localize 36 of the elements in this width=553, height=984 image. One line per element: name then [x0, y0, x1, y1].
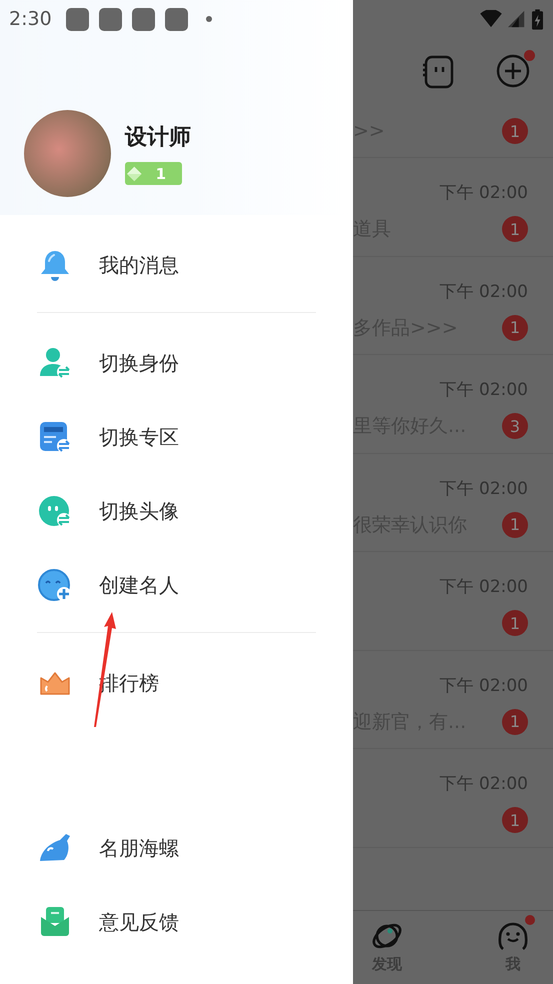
- mail-icon: [38, 905, 72, 939]
- face-add-icon: [38, 568, 72, 602]
- signal-icon: [508, 10, 526, 28]
- chat-row[interactable]: >> 1: [353, 105, 553, 158]
- face-swap-icon: [38, 494, 72, 528]
- robot-face-icon[interactable]: [422, 54, 456, 88]
- menu-item[interactable]: 切换头像: [37, 474, 316, 548]
- unread-badge: 1: [502, 216, 528, 242]
- more-notifications-icon: [206, 16, 212, 22]
- wifi-icon: [480, 10, 502, 28]
- menu-item[interactable]: 意见反馈: [37, 885, 316, 959]
- level-number: 1: [156, 164, 166, 182]
- menu-item[interactable]: 切换身份: [37, 326, 316, 400]
- user-swap-icon: [38, 346, 72, 380]
- menu-item[interactable]: 创建名人: [37, 548, 316, 622]
- menu-item[interactable]: 名朋海螺: [37, 811, 316, 885]
- notification-icon: [66, 8, 89, 30]
- unread-badge: 1: [502, 118, 528, 144]
- notification-icon: [98, 8, 122, 30]
- unread-badge: 1: [502, 708, 528, 734]
- menu-item[interactable]: 我的消息: [37, 228, 316, 302]
- unread-badge: 1: [502, 314, 528, 340]
- bell-icon: [38, 248, 72, 282]
- menu-item[interactable]: 切换专区: [37, 400, 316, 474]
- battery-icon: [532, 8, 543, 30]
- unread-badge: 1: [502, 512, 528, 538]
- chat-preview: >>: [353, 120, 385, 142]
- card-swap-icon: [38, 420, 72, 454]
- notification-icon: [164, 8, 188, 30]
- notification-icon: [132, 8, 155, 30]
- status-time: 2:30: [9, 8, 52, 30]
- user-name: 设计师: [125, 124, 191, 152]
- unread-badge: 3: [502, 413, 528, 439]
- unread-badge: 1: [502, 807, 528, 833]
- add-icon[interactable]: [496, 54, 530, 88]
- unread-badge: 1: [502, 610, 528, 636]
